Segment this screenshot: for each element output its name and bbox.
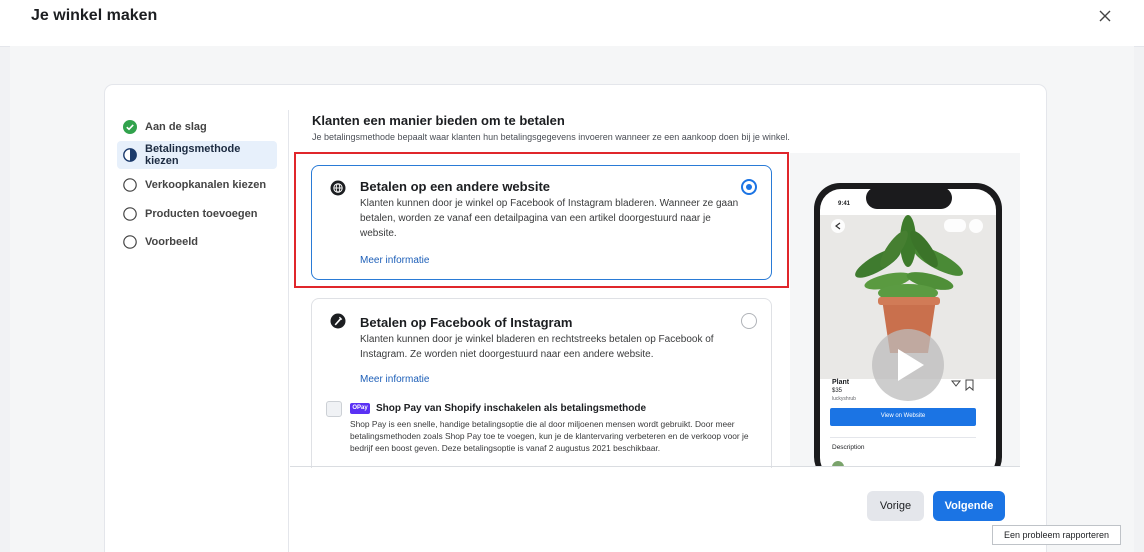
- step-producten[interactable]: Producten toevoegen: [117, 200, 277, 228]
- page-title: Je winkel maken: [31, 7, 158, 24]
- step-label: Producten toevoegen: [145, 208, 258, 220]
- shop-pay-title: Shop Pay van Shopify inschakelen als bet…: [376, 403, 647, 414]
- check-circle-icon: [123, 120, 137, 134]
- step-label: Verkoopkanalen kiezen: [145, 179, 267, 191]
- highlight-box: [294, 152, 789, 288]
- product-price: $35: [832, 388, 843, 394]
- section-subheading: Je betalingsmethode bepaalt waar klanten…: [312, 132, 790, 142]
- shop-pay-description: Shop Pay is een snelle, handige betaling…: [350, 419, 749, 453]
- empty-circle-icon: [123, 235, 137, 249]
- option-description: Klanten kunnen door je winkel bladeren e…: [360, 334, 714, 360]
- step-voorbeeld[interactable]: Voorbeeld: [117, 228, 277, 256]
- option-facebook-instagram[interactable]: Betalen op Facebook of Instagram Klanten…: [311, 298, 772, 468]
- next-button[interactable]: Volgende: [933, 491, 1005, 521]
- step-aan-de-slag[interactable]: Aan de slag: [117, 113, 277, 141]
- step-label: Aan de slag: [145, 121, 207, 133]
- previous-button[interactable]: Vorige: [867, 491, 924, 521]
- phone-illustration: [814, 183, 1002, 466]
- description-label: Description: [832, 444, 865, 451]
- phone-preview: 9:41 Plant $35 luckyshrub View on Websit…: [790, 153, 1020, 466]
- empty-circle-icon: [123, 178, 137, 192]
- step-betalingsmethode[interactable]: Betalingsmethode kiezen: [117, 141, 277, 169]
- shop-pay-badge: OPay: [350, 403, 370, 414]
- product-name: Plant: [832, 379, 850, 386]
- divider: [288, 110, 289, 552]
- pen-icon: [330, 313, 346, 329]
- empty-circle-icon: [123, 207, 137, 221]
- half-circle-icon: [123, 148, 137, 162]
- content-bottom-border: [290, 466, 1020, 467]
- close-icon[interactable]: [1097, 8, 1113, 24]
- top-bar: Je winkel maken: [0, 0, 1144, 47]
- shop-pay-checkbox[interactable]: [326, 401, 342, 417]
- option-title: Betalen op Facebook of Instagram: [360, 315, 573, 330]
- shop-name: luckyshrub: [832, 396, 856, 402]
- report-problem-button[interactable]: Een probleem rapporteren: [992, 525, 1121, 545]
- radio-unselected[interactable]: [741, 313, 757, 329]
- more-info-link[interactable]: Meer informatie: [360, 374, 429, 385]
- step-label: Voorbeeld: [145, 236, 198, 248]
- step-verkoopkanalen[interactable]: Verkoopkanalen kiezen: [117, 171, 277, 199]
- step-label: Betalingsmethode kiezen: [145, 143, 241, 167]
- phone-time: 9:41: [838, 201, 851, 207]
- section-heading: Klanten een manier bieden om te betalen: [312, 113, 565, 128]
- view-on-website-button: View on Website: [880, 413, 926, 419]
